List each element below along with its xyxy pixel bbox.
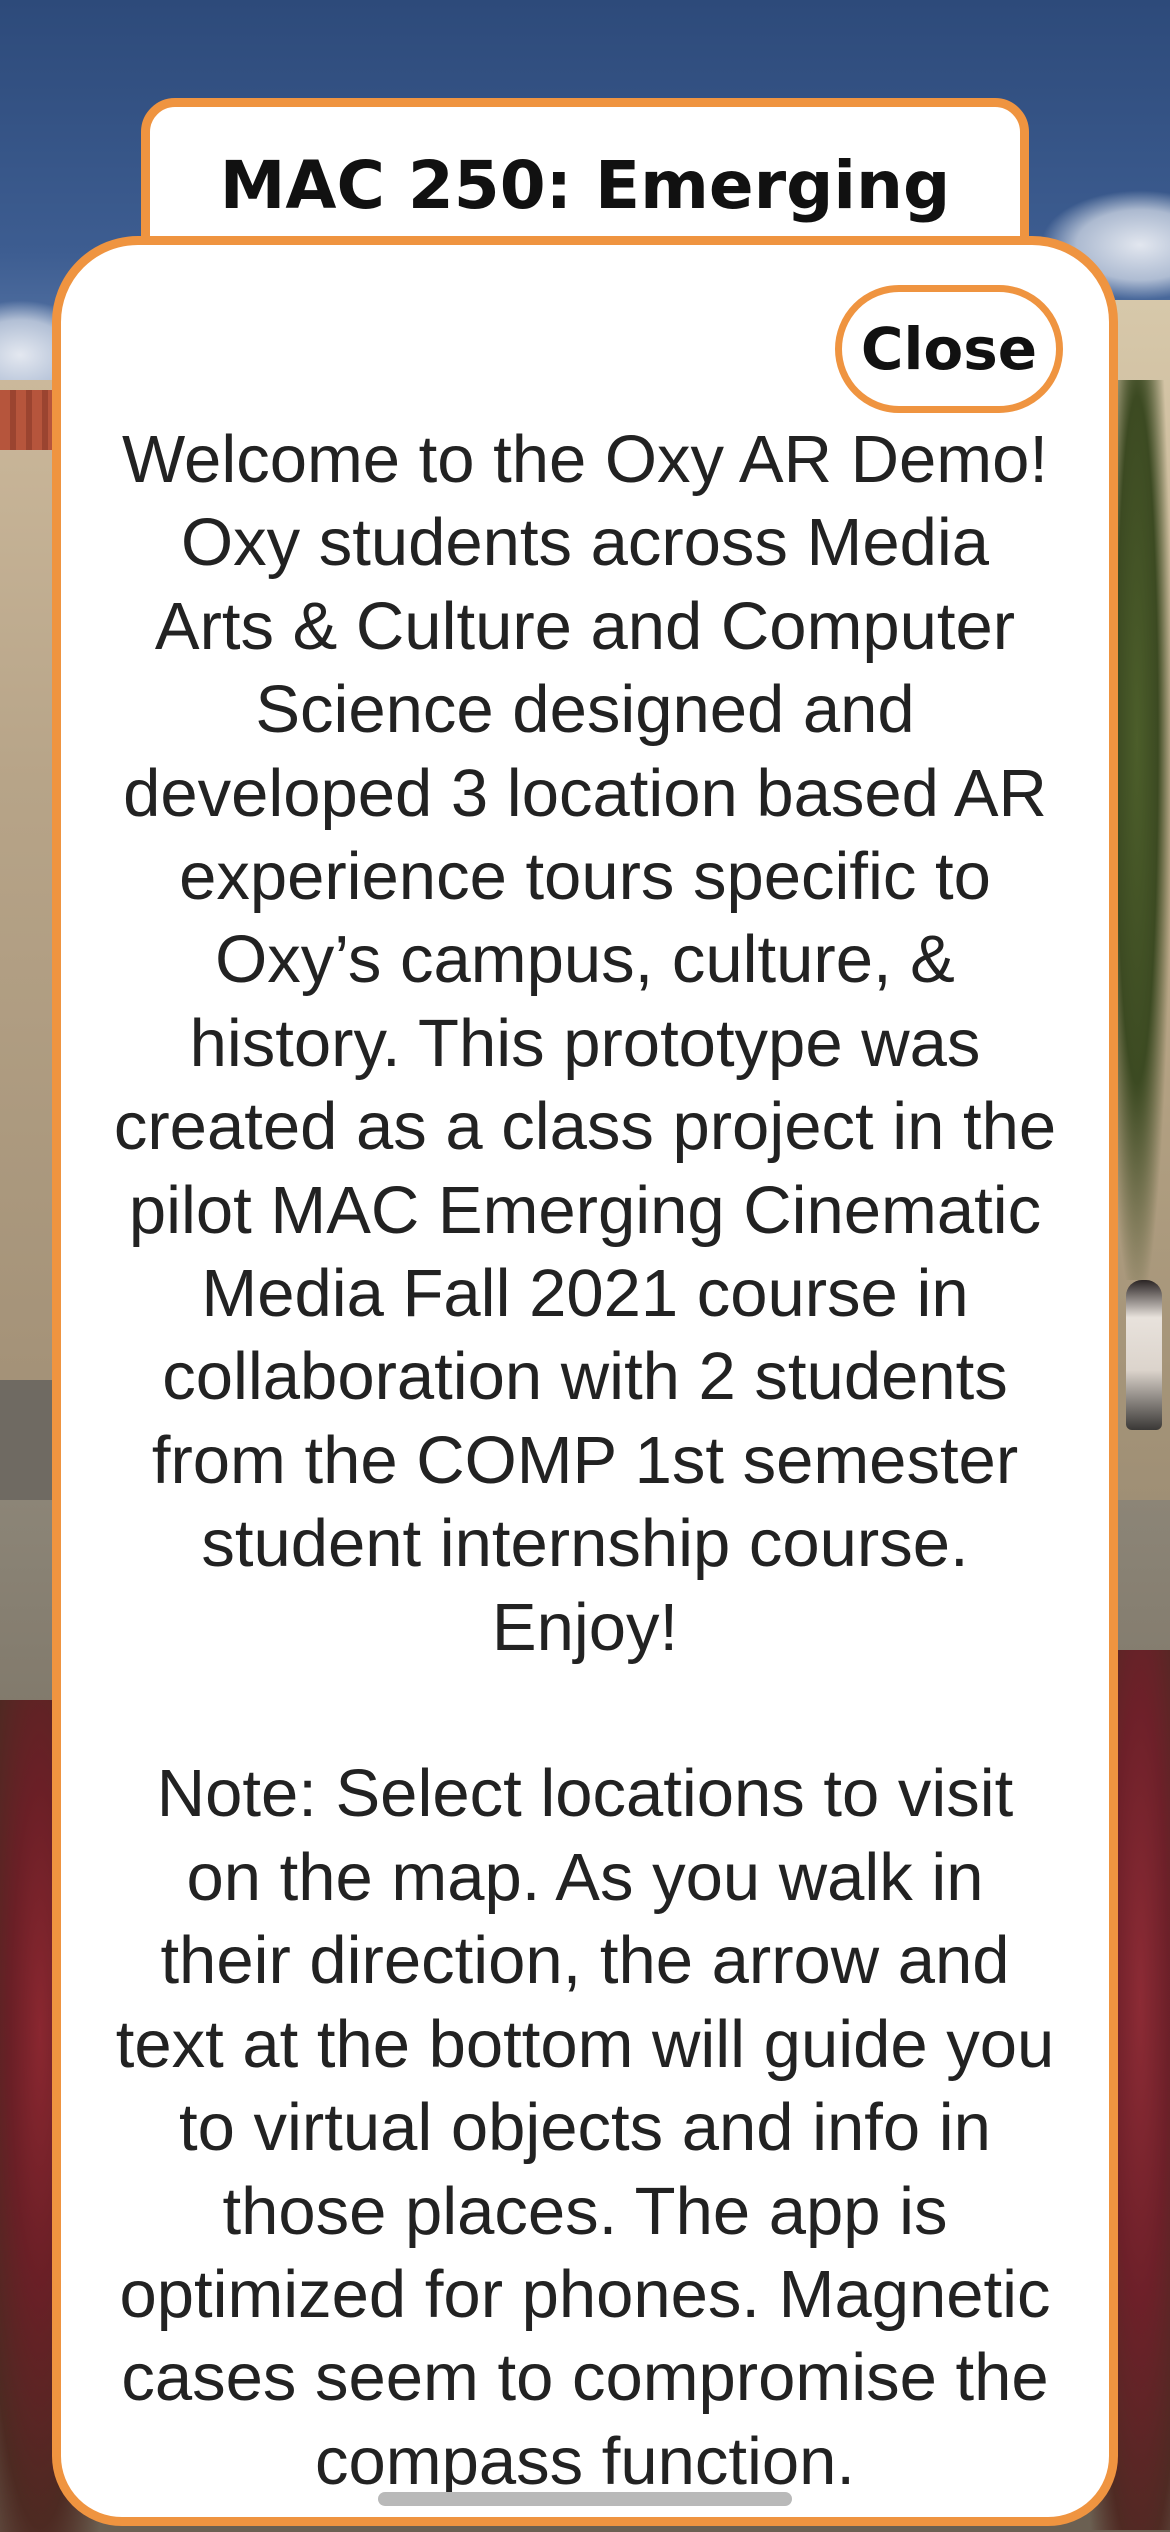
intro-line: Oxy students across Media xyxy=(180,505,990,581)
note-line: optimized for phones. Magnetic xyxy=(119,2256,1051,2332)
intro-line: Welcome to the Oxy AR Demo! xyxy=(122,422,1048,497)
intro-line: student internship course. xyxy=(201,1506,969,1582)
note-line: their direction, the arrow and xyxy=(160,1923,1010,1999)
tree xyxy=(1115,380,1170,1280)
close-button[interactable]: Close xyxy=(835,285,1063,413)
intro-line: created as a class project in the xyxy=(113,1089,1057,1165)
note-line: text at the bottom will guide you xyxy=(115,2006,1055,2082)
dialog-title: MAC 250: Emerging xyxy=(219,147,951,224)
note-line: to virtual objects and info in xyxy=(179,2090,991,2166)
intro-line: from the COMP 1st semester xyxy=(151,1422,1019,1498)
intro-line: developed 3 location based AR xyxy=(123,755,1047,831)
note-line: compass function. xyxy=(315,2423,855,2499)
intro-line: Enjoy! xyxy=(491,1589,679,1665)
note-line: cases seem to compromise the xyxy=(121,2340,1049,2416)
intro-line: Oxy’s campus, culture, & xyxy=(215,922,955,998)
note-line: on the map. As you walk in xyxy=(186,1839,984,1915)
note-line: Note: Select locations to visit xyxy=(156,1756,1014,1832)
intro-line: history. This prototype was xyxy=(189,1005,981,1081)
walking-person xyxy=(1126,1280,1162,1430)
info-dialog: Close Welcome to the Oxy AR Demo! Oxy st… xyxy=(52,236,1118,2526)
scroll-indicator[interactable] xyxy=(378,2492,792,2506)
intro-line: pilot MAC Emerging Cinematic xyxy=(128,1172,1042,1248)
intro-line: Arts & Culture and Computer xyxy=(154,588,1016,664)
intro-line: collaboration with 2 students xyxy=(162,1339,1008,1415)
intro-line: experience tours specific to xyxy=(179,839,991,915)
dialog-body-text: Welcome to the Oxy AR Demo! Oxy students… xyxy=(61,418,1109,2503)
intro-line: Science designed and xyxy=(255,672,915,748)
note-line: those places. The app is xyxy=(222,2173,948,2249)
intro-line: Media Fall 2021 course in xyxy=(201,1256,969,1332)
